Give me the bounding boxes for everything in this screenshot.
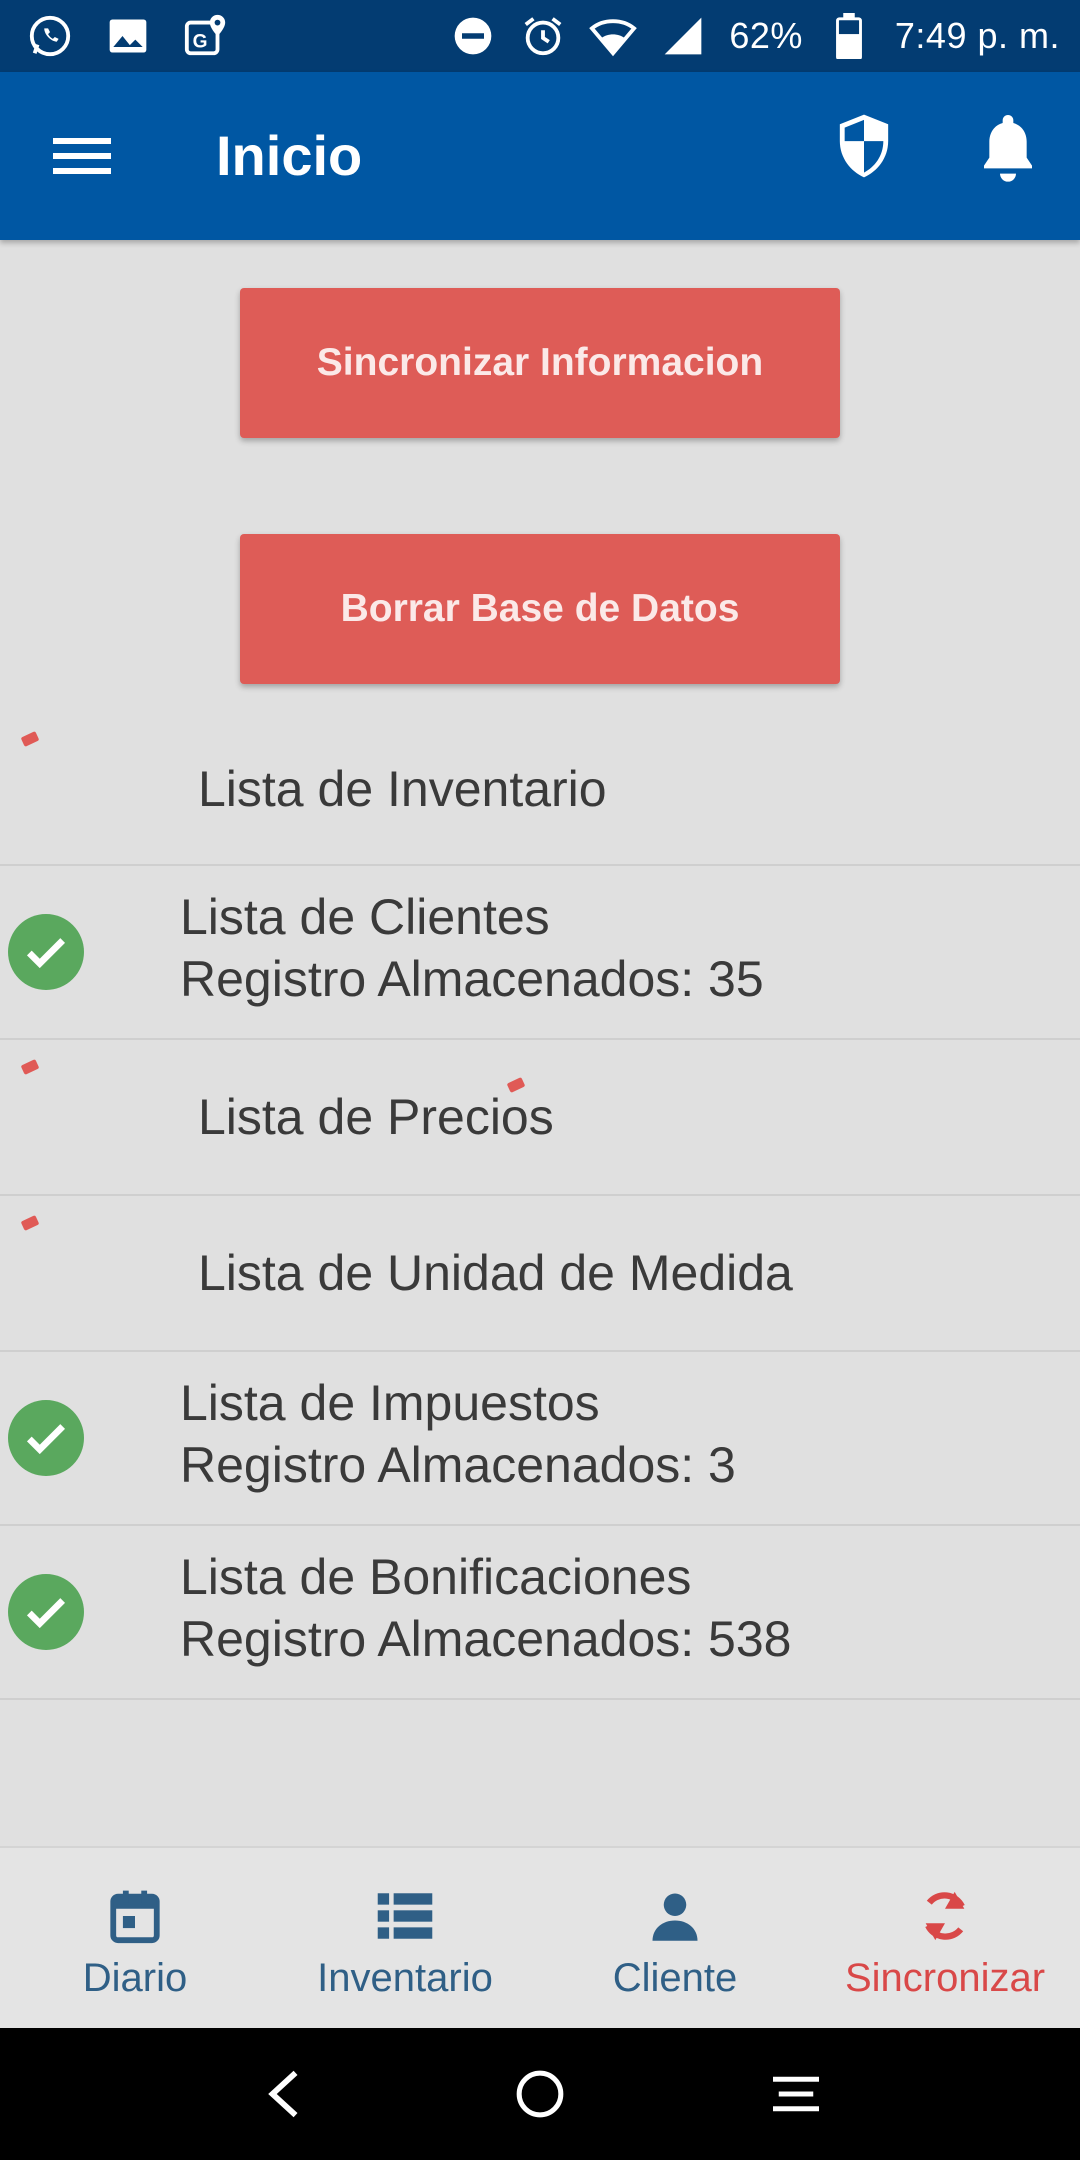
loading-indicator bbox=[20, 1215, 40, 1231]
list-item-title: Lista de Clientes bbox=[180, 889, 550, 945]
system-navigation-bar bbox=[0, 2028, 1080, 2160]
person-icon bbox=[540, 1884, 810, 1948]
battery-percent: 62% bbox=[729, 15, 803, 56]
sync-info-button[interactable]: Sincronizar Informacion bbox=[240, 288, 840, 438]
bell-icon[interactable] bbox=[966, 102, 1050, 192]
nav-label: Cliente bbox=[612, 1956, 738, 2000]
list-item-clientes: Lista de Clientes Registro Almacenados: … bbox=[0, 866, 1080, 1040]
nav-sincronizar[interactable]: Sincronizar bbox=[810, 1848, 1080, 2030]
check-icon bbox=[8, 914, 84, 990]
list-item-title: Lista de Inventario bbox=[198, 761, 607, 817]
check-icon bbox=[8, 1400, 84, 1476]
clock: 7:49 p. m. bbox=[894, 15, 1060, 56]
menu-icon[interactable] bbox=[40, 122, 124, 190]
sync-icon bbox=[810, 1884, 1080, 1948]
list-item-inventario: Lista de Inventario bbox=[0, 720, 1080, 866]
battery-icon bbox=[825, 12, 873, 60]
whatsapp-icon bbox=[26, 12, 74, 60]
list-item-precios: Lista de Precios bbox=[0, 1040, 1080, 1196]
shield-icon[interactable] bbox=[826, 108, 902, 184]
loading-indicator bbox=[20, 1059, 40, 1075]
list-item-count: Registro Almacenados: 3 bbox=[180, 1437, 736, 1493]
list-item-bonificaciones: Lista de Bonificaciones Registro Almacen… bbox=[0, 1526, 1080, 1700]
app-bar: Inicio bbox=[0, 72, 1080, 240]
maps-icon: G bbox=[182, 12, 230, 60]
list-item-title: Lista de Unidad de Medida bbox=[198, 1245, 793, 1301]
list-icon bbox=[270, 1884, 540, 1948]
sync-list: Lista de Inventario Lista de Clientes Re… bbox=[0, 720, 1080, 1740]
nav-cliente[interactable]: Cliente bbox=[540, 1848, 810, 2030]
list-item-count: Registro Almacenados: 35 bbox=[180, 951, 764, 1007]
clear-database-button[interactable]: Borrar Base de Datos bbox=[240, 534, 840, 684]
wifi-icon bbox=[589, 12, 638, 60]
status-bar: G 62% 7:49 p. m. bbox=[0, 0, 1080, 72]
alarm-icon bbox=[519, 12, 567, 60]
nav-diario[interactable]: Diario bbox=[0, 1848, 270, 2030]
svg-text:G: G bbox=[193, 32, 208, 53]
dnd-icon bbox=[449, 12, 497, 60]
loading-indicator bbox=[20, 731, 40, 747]
recents-menu-icon[interactable] bbox=[760, 2058, 832, 2130]
list-item-count: Registro Almacenados: 538 bbox=[180, 1611, 792, 1667]
calendar-icon bbox=[0, 1884, 270, 1948]
nav-label: Inventario bbox=[317, 1956, 493, 2000]
bottom-navigation: Diario Inventario Cliente Sincronizar bbox=[0, 1846, 1080, 2030]
nav-label: Sincronizar bbox=[844, 1956, 1046, 2000]
page-title: Inicio bbox=[216, 124, 363, 187]
nav-label: Diario bbox=[82, 1956, 188, 2000]
list-item-unidad-medida: Lista de Unidad de Medida bbox=[0, 1196, 1080, 1352]
signal-icon bbox=[659, 12, 707, 60]
list-item-title: Lista de Bonificaciones bbox=[180, 1549, 692, 1605]
nav-inventario[interactable]: Inventario bbox=[270, 1848, 540, 2030]
list-item-title: Lista de Impuestos bbox=[180, 1375, 600, 1431]
home-icon[interactable] bbox=[504, 2058, 576, 2130]
check-icon bbox=[8, 1574, 84, 1650]
list-item-title: Lista de Precios bbox=[198, 1089, 554, 1145]
back-icon[interactable] bbox=[248, 2058, 320, 2130]
image-icon bbox=[104, 12, 152, 60]
list-item-impuestos: Lista de Impuestos Registro Almacenados:… bbox=[0, 1352, 1080, 1526]
